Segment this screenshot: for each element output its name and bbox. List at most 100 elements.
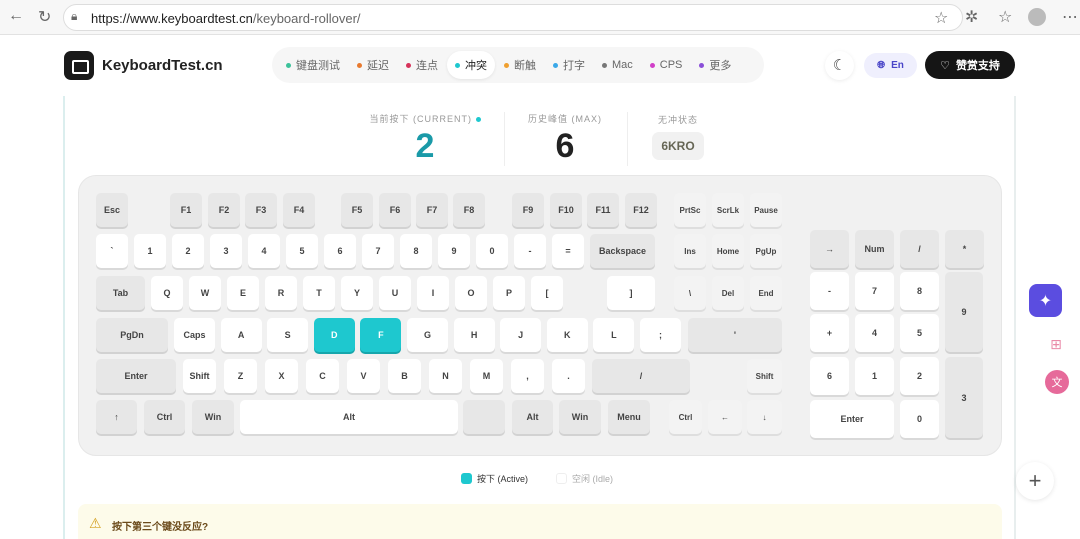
dark-mode-toggle[interactable]: ☾ xyxy=(825,51,854,80)
key-/[interactable]: / xyxy=(900,230,939,268)
key-0[interactable]: 0 xyxy=(476,234,508,268)
donate-button[interactable]: ♡ 赞赏支持 xyxy=(925,51,1015,79)
key-=[interactable]: = xyxy=(552,234,584,268)
nav-item[interactable]: Mac xyxy=(594,53,641,77)
key-D[interactable]: D xyxy=(313,318,355,352)
key-6[interactable]: 6 xyxy=(324,234,356,268)
key-F11[interactable]: F11 xyxy=(587,193,619,227)
key-Pause[interactable]: Pause xyxy=(750,193,782,227)
nav-item[interactable]: 更多 xyxy=(691,51,739,79)
key-R[interactable]: R xyxy=(265,276,297,310)
key-Shift[interactable]: Shift xyxy=(747,359,782,393)
key-M[interactable]: M xyxy=(470,359,503,393)
key-L[interactable]: L xyxy=(593,318,635,352)
key-1[interactable]: 1 xyxy=(134,234,166,268)
key-Q[interactable]: Q xyxy=(151,276,183,310)
key-/[interactable]: / xyxy=(592,359,690,393)
key-PrtSc[interactable]: PrtSc xyxy=(674,193,706,227)
key-B[interactable]: B xyxy=(388,359,421,393)
key-I[interactable]: I xyxy=(417,276,449,310)
key-P[interactable]: P xyxy=(493,276,525,310)
logo-keyboard-icon[interactable] xyxy=(64,51,94,80)
key-F[interactable]: F xyxy=(360,318,402,352)
apps-add-icon[interactable]: ⊞ xyxy=(1041,329,1071,359)
key-3[interactable]: 3 xyxy=(210,234,242,268)
key-Backspace[interactable]: Backspace xyxy=(590,234,655,268)
key-Enter[interactable]: Enter xyxy=(810,400,894,438)
nav-item[interactable]: 连点 xyxy=(398,51,446,79)
key-`[interactable]: ` xyxy=(96,234,128,268)
key-Del[interactable]: Del xyxy=(712,276,744,310)
key-Y[interactable]: Y xyxy=(341,276,373,310)
favorite-star-icon[interactable]: ☆ xyxy=(934,8,948,28)
key-H[interactable]: H xyxy=(453,318,495,352)
key-F8[interactable]: F8 xyxy=(453,193,485,227)
key-F9[interactable]: F9 xyxy=(512,193,544,227)
key-.[interactable]: . xyxy=(552,359,585,393)
key--[interactable]: - xyxy=(514,234,546,268)
key-Alt[interactable]: Alt xyxy=(240,400,458,434)
key-*[interactable]: * xyxy=(945,230,984,268)
back-icon[interactable]: ← xyxy=(8,7,24,25)
key-F10[interactable]: F10 xyxy=(550,193,582,227)
more-icon[interactable]: ⋯ xyxy=(1062,7,1078,27)
key-W[interactable]: W xyxy=(189,276,221,310)
key-↑[interactable]: ↑ xyxy=(96,400,137,434)
assistant-app-icon[interactable]: ✦ xyxy=(1029,284,1062,317)
nav-item[interactable]: 键盘测试 xyxy=(278,51,348,79)
key-[[interactable]: [ xyxy=(531,276,563,310)
key-PgDn[interactable]: PgDn xyxy=(96,318,168,352)
key-2[interactable]: 2 xyxy=(172,234,204,268)
key-G[interactable]: G xyxy=(407,318,448,352)
nav-item[interactable]: CPS xyxy=(642,53,691,77)
brand-name[interactable]: KeyboardTest.cn xyxy=(102,57,223,74)
key-Caps[interactable]: Caps xyxy=(174,318,215,352)
key-8[interactable]: 8 xyxy=(400,234,432,268)
key-PgUp[interactable]: PgUp xyxy=(750,234,782,268)
key-\[interactable]: \ xyxy=(674,276,706,310)
key-F4[interactable]: F4 xyxy=(283,193,315,227)
key-0[interactable]: 0 xyxy=(900,400,939,438)
translate-icon[interactable]: 文 xyxy=(1045,370,1069,394)
key-9[interactable]: 9 xyxy=(945,272,983,352)
key-F5[interactable]: F5 xyxy=(341,193,373,227)
key-Menu[interactable]: Menu xyxy=(608,400,650,434)
key-F2[interactable]: F2 xyxy=(208,193,240,227)
key-S[interactable]: S xyxy=(267,318,309,352)
address-bar[interactable]: 🔒︎ https://www.keyboardtest.cn/keyboard-… xyxy=(63,4,963,31)
key-5[interactable]: 5 xyxy=(286,234,318,268)
key-Win[interactable]: Win xyxy=(192,400,234,434)
key-J[interactable]: J xyxy=(500,318,542,352)
key-Win[interactable]: Win xyxy=(559,400,601,434)
key-4[interactable]: 4 xyxy=(248,234,280,268)
key-F12[interactable]: F12 xyxy=(625,193,657,227)
key-,[interactable]: , xyxy=(511,359,544,393)
key-Ctrl[interactable]: Ctrl xyxy=(144,400,185,434)
key-O[interactable]: O xyxy=(455,276,487,310)
nav-item[interactable]: 冲突 xyxy=(447,51,495,79)
key-Esc[interactable]: Esc xyxy=(96,193,128,227)
reload-icon[interactable]: ↻ xyxy=(38,7,51,27)
key-V[interactable]: V xyxy=(347,359,380,393)
profile-avatar[interactable] xyxy=(1028,8,1046,26)
key-F6[interactable]: F6 xyxy=(379,193,411,227)
key-E[interactable]: E xyxy=(227,276,259,310)
key-Enter[interactable]: Enter xyxy=(96,359,176,393)
key-→[interactable]: → xyxy=(810,230,849,268)
key-6[interactable]: 6 xyxy=(810,357,849,395)
nav-item[interactable]: 延迟 xyxy=(349,51,397,79)
key-Alt[interactable]: Alt xyxy=(512,400,553,434)
key-3[interactable]: 3 xyxy=(945,357,983,438)
key-ScrLk[interactable]: ScrLk xyxy=(712,193,744,227)
key-End[interactable]: End xyxy=(750,276,782,310)
key-'[interactable]: ' xyxy=(688,318,782,352)
key-A[interactable]: A xyxy=(220,318,262,352)
favorites-icon[interactable]: ☆ xyxy=(998,7,1012,27)
key-2[interactable]: 2 xyxy=(900,357,939,395)
key-T[interactable]: T xyxy=(303,276,335,310)
extensions-icon[interactable]: ✲ xyxy=(965,7,978,27)
key-4[interactable]: 4 xyxy=(855,314,894,352)
key-F3[interactable]: F3 xyxy=(245,193,277,227)
key-9[interactable]: 9 xyxy=(438,234,470,268)
nav-item[interactable]: 断触 xyxy=(496,51,544,79)
